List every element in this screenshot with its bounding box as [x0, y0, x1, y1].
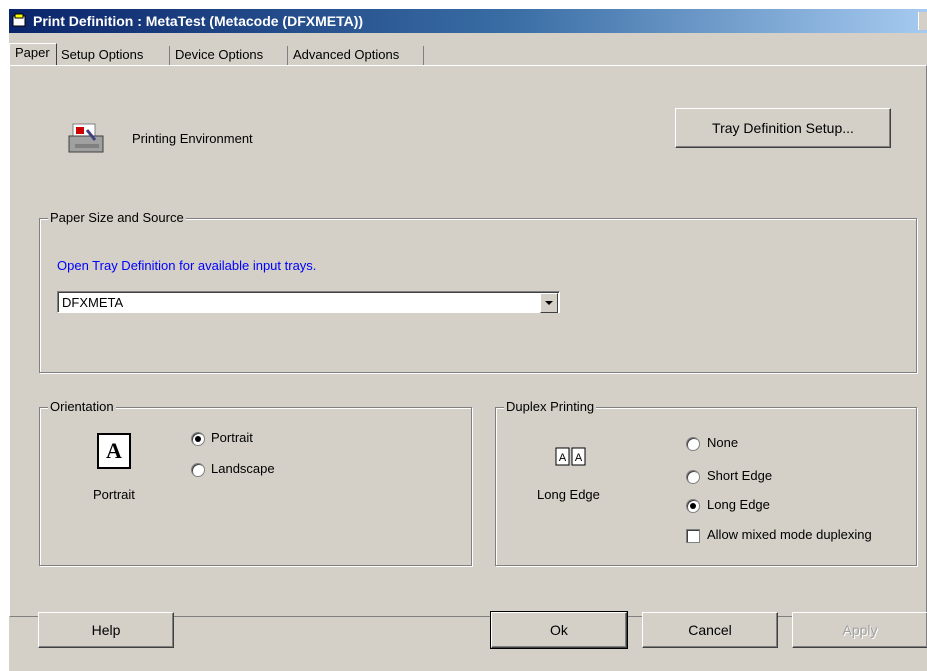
portrait-page-glyph: A	[106, 438, 122, 463]
mixed-mode-duplex-label[interactable]: Allow mixed mode duplexing	[707, 527, 872, 542]
duplex-preview-label: Long Edge	[537, 487, 600, 502]
duplex-none-radio[interactable]	[686, 437, 700, 451]
tray-select[interactable]: DFXMETA	[57, 291, 560, 313]
svg-text:A: A	[559, 452, 567, 464]
orientation-preview-label: Portrait	[93, 487, 135, 502]
orientation-legend: Orientation	[48, 399, 116, 414]
tray-select-value: DFXMETA	[62, 295, 124, 310]
tab-paper[interactable]: Paper	[9, 43, 57, 66]
window-title: Print Definition : MetaTest (Metacode (D…	[33, 13, 364, 29]
tray-definition-setup-button[interactable]: Tray Definition Setup...	[675, 108, 891, 148]
tab-advanced-options[interactable]: Advanced Options	[288, 46, 424, 65]
tab-device-options[interactable]: Device Options	[170, 46, 288, 65]
ok-button[interactable]: Ok	[490, 611, 628, 649]
print-definition-dialog: Print Definition : MetaTest (Metacode (D…	[9, 9, 927, 671]
duplex-long-edge-icon: A A	[555, 447, 586, 466]
title-bar: Print Definition : MetaTest (Metacode (D…	[9, 9, 927, 33]
printer-icon	[68, 123, 104, 153]
svg-text:A: A	[575, 452, 583, 464]
duplex-short-edge-radio[interactable]	[686, 470, 700, 484]
duplex-short-edge-label[interactable]: Short Edge	[707, 468, 772, 483]
mixed-mode-duplex-checkbox[interactable]	[686, 529, 700, 543]
portrait-radio[interactable]	[191, 432, 205, 446]
cancel-button[interactable]: Cancel	[642, 612, 778, 648]
portrait-page-icon: A	[97, 433, 131, 469]
tab-setup-options[interactable]: Setup Options	[56, 46, 170, 65]
window-control-button[interactable]	[918, 12, 927, 30]
paper-size-source-legend: Paper Size and Source	[48, 210, 186, 225]
printing-environment-label: Printing Environment	[132, 131, 253, 146]
apply-button[interactable]: Apply	[792, 612, 927, 648]
duplex-long-edge-label[interactable]: Long Edge	[707, 497, 770, 512]
duplex-none-label[interactable]: None	[707, 435, 738, 450]
tab-panel-paper: Printing Environment Tray Definition Set…	[9, 65, 927, 617]
duplex-printing-group: Duplex Printing A A Long Edge None Short…	[495, 399, 917, 566]
chevron-down-icon[interactable]	[540, 293, 558, 313]
app-icon	[12, 13, 26, 27]
help-button[interactable]: Help	[38, 612, 174, 648]
landscape-radio[interactable]	[191, 463, 205, 477]
duplex-long-edge-radio[interactable]	[686, 499, 700, 513]
landscape-label[interactable]: Landscape	[211, 461, 275, 476]
orientation-group: Orientation A Portrait Portrait Landscap…	[39, 399, 472, 566]
duplex-printing-legend: Duplex Printing	[504, 399, 597, 414]
portrait-label[interactable]: Portrait	[211, 430, 253, 445]
open-tray-definition-link[interactable]: Open Tray Definition for available input…	[57, 258, 316, 273]
paper-size-source-group: Paper Size and Source Open Tray Definiti…	[39, 210, 917, 373]
